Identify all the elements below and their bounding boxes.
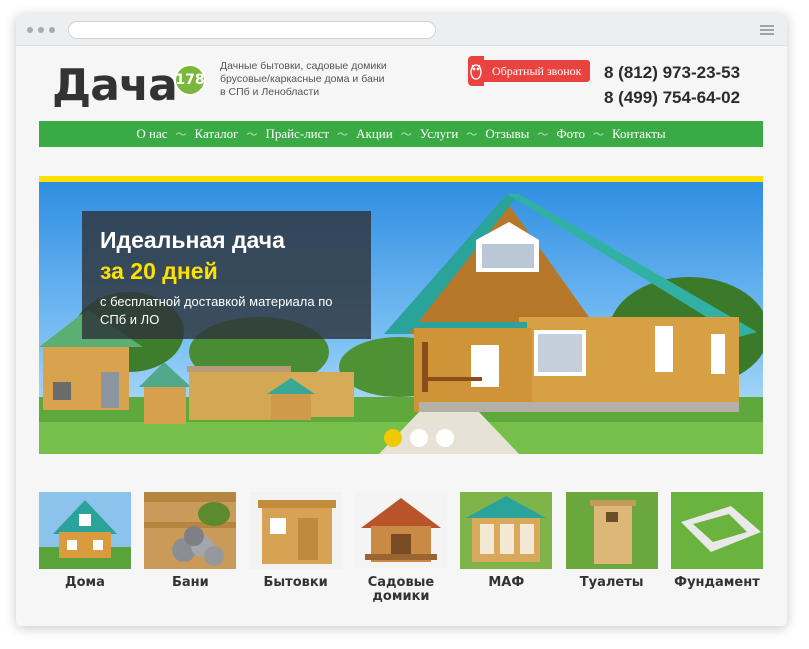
slider-dot[interactable] xyxy=(436,429,454,447)
callback-label: Обратный звонок xyxy=(484,60,590,82)
wave-divider-icon: 〜 xyxy=(175,128,187,141)
category-label: Фундамент xyxy=(674,575,760,590)
browser-chrome xyxy=(16,14,787,46)
category-maf[interactable]: МАФ xyxy=(460,492,553,604)
address-bar[interactable] xyxy=(68,21,436,39)
category-image xyxy=(565,492,658,569)
wave-divider-icon: 〜 xyxy=(337,128,349,141)
category-cabins[interactable]: Бытовки xyxy=(249,492,342,604)
category-grid: Дома Бани Бытовки Садовые домики МАФ Туа… xyxy=(39,492,763,604)
category-label: Дома xyxy=(65,575,105,590)
nav-item-about[interactable]: О нас xyxy=(136,126,167,142)
nav-item-pricelist[interactable]: Прайс-лист xyxy=(265,126,329,142)
logo-text: Дача xyxy=(52,60,178,111)
tagline: Дачные бытовки, садовые домики брусовые/… xyxy=(220,60,387,99)
category-image xyxy=(249,492,342,569)
wave-divider-icon: 〜 xyxy=(400,128,412,141)
wave-divider-icon: 〜 xyxy=(592,128,604,141)
callback-button[interactable]: Обратный звонок xyxy=(468,56,590,86)
slider-dot[interactable] xyxy=(410,429,428,447)
category-foundation[interactable]: Фундамент xyxy=(670,492,763,604)
browser-window: Дача 178 Дачные бытовки, садовые домики … xyxy=(16,14,787,626)
category-image xyxy=(144,492,237,569)
nav-item-reviews[interactable]: Отзывы xyxy=(485,126,529,142)
window-dot[interactable] xyxy=(49,27,55,33)
phone-number[interactable]: 8 (499) 754-64-02 xyxy=(604,85,740,110)
main-nav: О нас 〜 Каталог 〜 Прайс-лист 〜 Акции 〜 У… xyxy=(39,121,763,147)
wave-divider-icon: 〜 xyxy=(466,128,478,141)
phone-number[interactable]: 8 (812) 973-23-53 xyxy=(604,60,740,85)
promo-accent: за 20 дней xyxy=(100,258,218,284)
slider-dots xyxy=(384,429,454,447)
logo-badge: 178 xyxy=(174,64,206,96)
promo-box: Идеальная дача за 20 дней с бесплатной д… xyxy=(82,211,371,339)
category-garden-houses[interactable]: Садовые домики xyxy=(354,492,447,604)
category-image xyxy=(670,492,763,569)
category-label: Бани xyxy=(171,575,209,590)
logo[interactable]: Дача 178 xyxy=(52,64,206,108)
window-dot[interactable] xyxy=(27,27,33,33)
nav-item-services[interactable]: Услуги xyxy=(420,126,459,142)
slider-dot[interactable] xyxy=(384,429,402,447)
window-dot[interactable] xyxy=(38,27,44,33)
wave-divider-icon: 〜 xyxy=(246,128,258,141)
nav-item-promotions[interactable]: Акции xyxy=(356,126,393,142)
category-saunas[interactable]: Бани xyxy=(144,492,237,604)
hero-slider[interactable]: Идеальная дача за 20 дней с бесплатной д… xyxy=(39,176,763,454)
hamburger-menu-icon[interactable] xyxy=(760,25,774,37)
window-dots xyxy=(27,27,55,33)
nav-item-photo[interactable]: Фото xyxy=(556,126,585,142)
category-toilets[interactable]: Туалеты xyxy=(565,492,658,604)
page: Дача 178 Дачные бытовки, садовые домики … xyxy=(16,46,787,626)
phone-list: 8 (812) 973-23-53 8 (499) 754-64-02 xyxy=(604,60,740,110)
category-label: Бытовки xyxy=(263,575,328,590)
category-label: Туалеты xyxy=(579,575,644,590)
category-image xyxy=(39,492,131,569)
category-image xyxy=(460,492,553,569)
category-houses[interactable]: Дома xyxy=(39,492,131,604)
promo-subtitle: с бесплатной доставкой материала по СПб … xyxy=(100,294,333,327)
category-image xyxy=(354,492,447,569)
owl-icon xyxy=(468,56,484,86)
promo-title: Идеальная дача xyxy=(100,227,285,253)
nav-item-contacts[interactable]: Контакты xyxy=(612,126,666,142)
wave-divider-icon: 〜 xyxy=(537,128,549,141)
category-label: МАФ xyxy=(488,575,525,590)
category-label: Садовые домики xyxy=(367,575,435,604)
nav-item-catalog[interactable]: Каталог xyxy=(195,126,239,142)
